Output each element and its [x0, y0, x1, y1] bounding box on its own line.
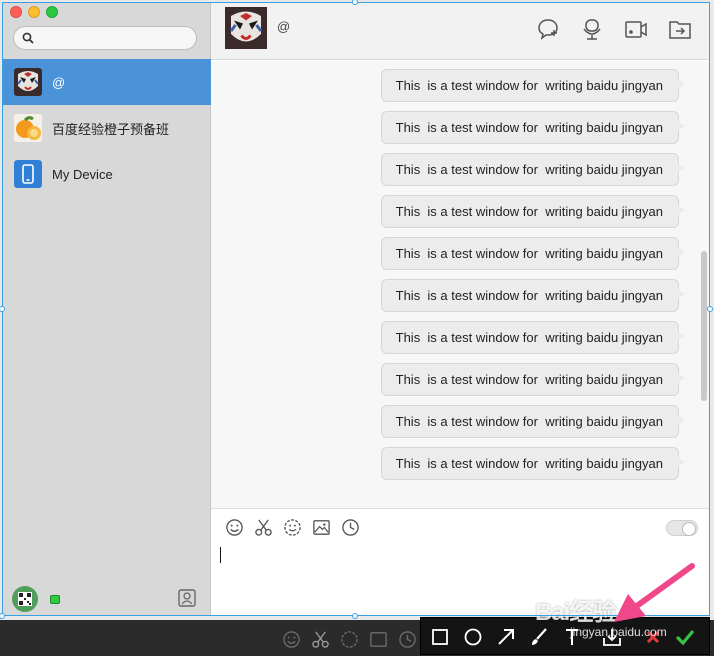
- opera-mask-avatar: [14, 68, 42, 96]
- message-bubble[interactable]: This is a test window for writing baidu …: [380, 321, 686, 354]
- scissors-icon: [311, 630, 330, 649]
- message-list[interactable]: This is a test window for writing baidu …: [211, 61, 710, 508]
- video-call-icon[interactable]: [624, 17, 648, 41]
- search-input[interactable]: [13, 26, 197, 50]
- chat-item-at[interactable]: @: [2, 59, 211, 105]
- image-icon: [369, 630, 388, 649]
- chat-item-name: @: [52, 74, 66, 90]
- add-chat-icon[interactable]: [536, 17, 560, 41]
- message-scrollbar[interactable]: [701, 251, 707, 401]
- sticker-icon[interactable]: [283, 518, 302, 537]
- selection-handle-bottom[interactable]: [352, 613, 358, 619]
- background-toolbar: [282, 630, 417, 649]
- message-bubble[interactable]: This is a test window for writing baidu …: [380, 279, 686, 312]
- contacts-icon[interactable]: [177, 588, 197, 608]
- close-window-button[interactable]: [10, 6, 22, 18]
- brush-tool-icon[interactable]: [528, 626, 550, 648]
- rectangle-tool-icon[interactable]: [429, 626, 451, 648]
- online-status-icon: [50, 595, 60, 604]
- composer-toolbar: [225, 518, 360, 537]
- history-icon: [398, 630, 417, 649]
- sticker-icon: [340, 630, 359, 649]
- message-bubble[interactable]: This is a test window for writing baidu …: [380, 153, 686, 186]
- arrow-tool-icon[interactable]: [495, 626, 517, 648]
- chat-item-name: My Device: [52, 166, 113, 182]
- selection-handle-right[interactable]: [707, 306, 713, 312]
- scissors-icon[interactable]: [254, 518, 273, 537]
- chat-item-my-device[interactable]: My Device: [2, 151, 211, 197]
- sidebar-footer: [12, 586, 202, 612]
- search-icon: [22, 32, 34, 44]
- zoom-window-button[interactable]: [46, 6, 58, 18]
- header-actions: [536, 17, 692, 41]
- microphone-icon[interactable]: [580, 17, 604, 41]
- chat-item-name: 百度经验橙子预备班: [52, 121, 170, 137]
- ellipse-tool-icon[interactable]: [462, 626, 484, 648]
- chat-title: @: [277, 19, 291, 34]
- file-transfer-icon[interactable]: [668, 17, 692, 41]
- window-controls: [10, 6, 58, 18]
- annotation-arrow: [614, 563, 695, 622]
- message-bubble[interactable]: This is a test window for writing baidu …: [380, 363, 686, 396]
- message-bubble[interactable]: This is a test window for writing baidu …: [380, 447, 686, 480]
- text-cursor: [220, 547, 221, 563]
- message-bubble[interactable]: This is a test window for writing baidu …: [380, 69, 686, 102]
- emoji-icon: [282, 630, 301, 649]
- sidebar: @ 百度经验橙子预备班 My Device: [2, 2, 211, 616]
- message-bubble[interactable]: This is a test window for writing baidu …: [380, 195, 686, 228]
- image-icon[interactable]: [312, 518, 331, 537]
- opera-mask-avatar[interactable]: [225, 7, 267, 49]
- orange-avatar: [14, 114, 42, 142]
- message-bubble[interactable]: This is a test window for writing baidu …: [380, 111, 686, 144]
- chat-panel: @ This is a test window for writing baid…: [211, 2, 710, 616]
- phone-icon: [14, 160, 42, 188]
- send-mode-toggle[interactable]: [666, 520, 698, 536]
- message-bubble[interactable]: This is a test window for writing baidu …: [380, 237, 686, 270]
- chat-item-group[interactable]: 百度经验橙子预备班: [2, 105, 211, 151]
- history-icon[interactable]: [341, 518, 360, 537]
- selection-handle-bottom-left[interactable]: [0, 613, 5, 619]
- message-bubble[interactable]: This is a test window for writing baidu …: [380, 405, 686, 438]
- qr-avatar[interactable]: [12, 586, 38, 612]
- emoji-icon[interactable]: [225, 518, 244, 537]
- chat-header: @: [211, 2, 710, 60]
- minimize-window-button[interactable]: [28, 6, 40, 18]
